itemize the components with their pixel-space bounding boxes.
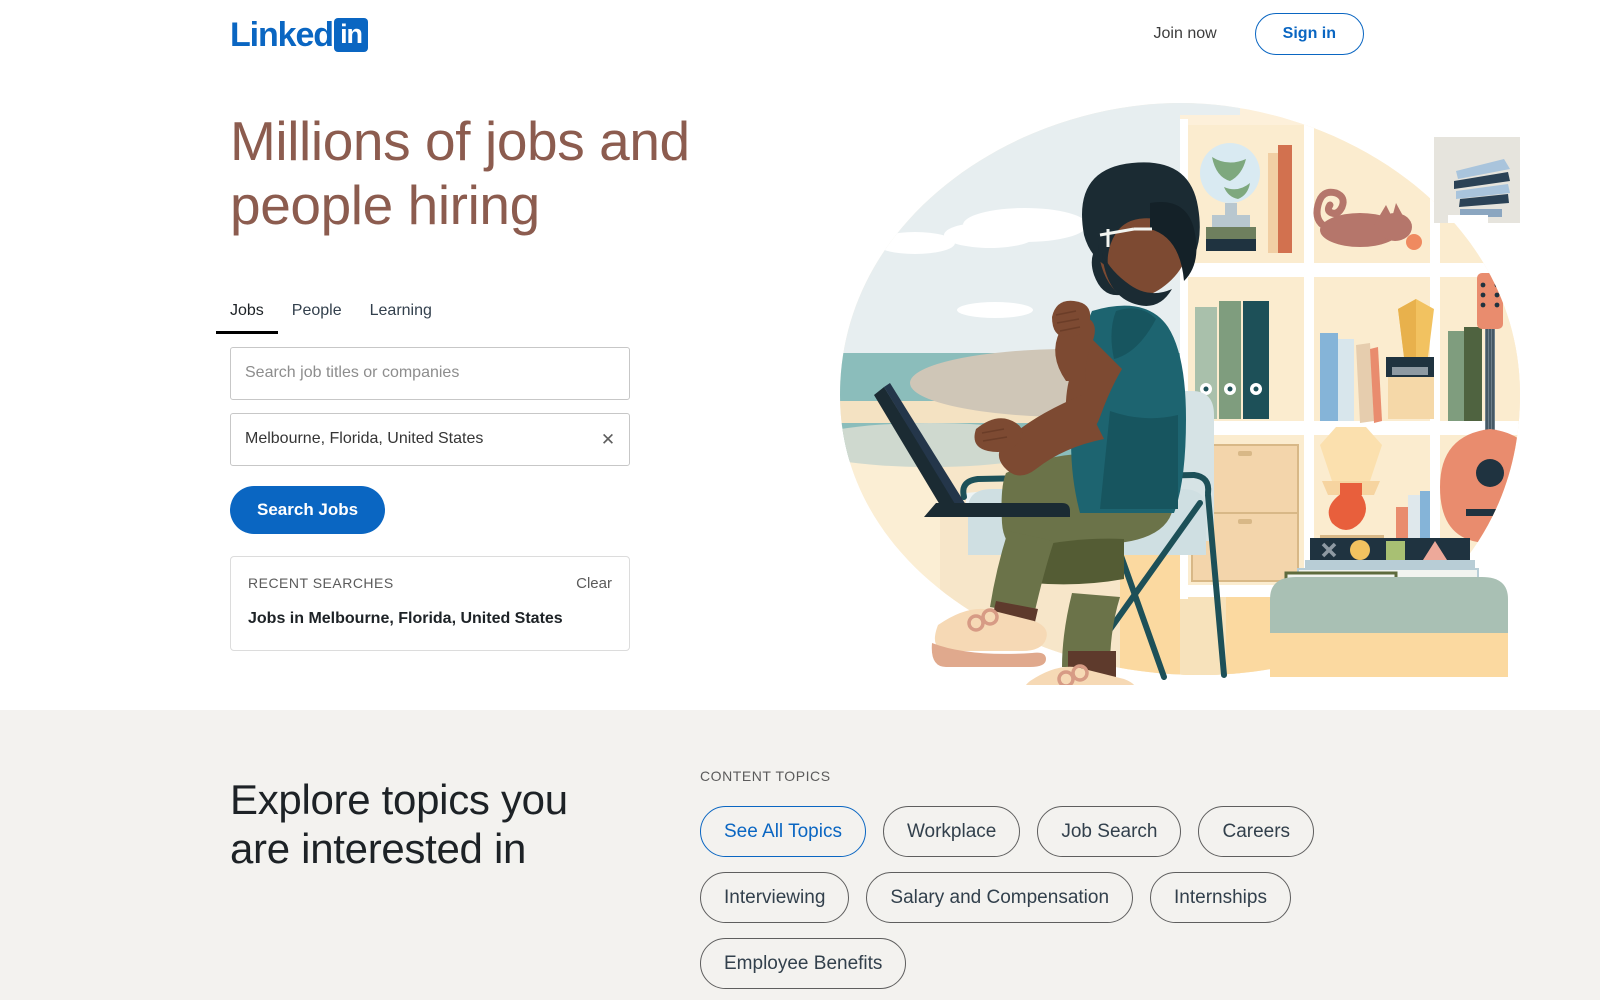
topic-pill-workplace[interactable]: Workplace [882, 806, 1021, 857]
location-input[interactable] [231, 413, 629, 465]
tab-people[interactable]: People [278, 296, 356, 334]
logo-in-badge: in [333, 18, 368, 52]
logo-wordmark: Linked [230, 16, 334, 54]
topic-pill-interviewing[interactable]: Interviewing [700, 872, 850, 923]
location-field[interactable]: ✕ [230, 412, 630, 466]
hero-title-line-2: people hiring [230, 173, 540, 236]
search-jobs-button[interactable]: Search Jobs [230, 485, 386, 534]
close-icon[interactable]: ✕ [597, 428, 619, 450]
topic-pill-salary-and-compensation[interactable]: Salary and Compensation [866, 872, 1134, 923]
topic-pill-careers[interactable]: Careers [1198, 806, 1315, 857]
linkedin-logo[interactable]: Linked in [230, 18, 368, 52]
hero-title-line-1: Millions of jobs and [230, 110, 690, 172]
keyword-field[interactable] [230, 346, 630, 400]
recent-searches-label: RECENT SEARCHES [248, 574, 394, 591]
explore-title-line-1: Explore topics you [230, 776, 568, 823]
page-title: Millions of jobs and people hiring [230, 110, 700, 238]
topic-pill-list: See All Topics Workplace Job Search Care… [700, 806, 1330, 989]
nav-actions: Join now Sign in [1148, 13, 1364, 55]
explore-title-line-2: are interested in [230, 825, 527, 873]
global-nav: Linked in Join now Sign in [0, 0, 1600, 72]
recent-searches-card: RECENT SEARCHES Clear Jobs in Melbourne,… [230, 555, 630, 651]
join-now-link[interactable]: Join now [1148, 15, 1223, 53]
linkedin-homepage: Linked in Join now Sign in Millions of jo… [0, 0, 1600, 1000]
search-type-tabs: Jobs People Learning [216, 296, 700, 334]
topic-pill-internships[interactable]: Internships [1150, 872, 1291, 923]
topic-pill-job-search[interactable]: Job Search [1037, 806, 1182, 857]
hero-section: Linked in Join now Sign in Millions of jo… [0, 0, 1600, 710]
content-topics-group: CONTENT TOPICS See All Topics Workplace … [700, 768, 1400, 989]
topic-pill-see-all-topics[interactable]: See All Topics [700, 806, 866, 857]
content-topics-label: CONTENT TOPICS [700, 768, 831, 784]
recent-searches-header: RECENT SEARCHES Clear [248, 575, 612, 592]
recent-search-item[interactable]: Jobs in Melbourne, Florida, United State… [248, 610, 612, 628]
person-working-on-laptop-illustration [820, 95, 1540, 685]
search-input[interactable] [231, 347, 629, 399]
hero-left-column: Millions of jobs and people hiring Jobs … [216, 110, 700, 651]
tab-learning[interactable]: Learning [356, 296, 446, 334]
explore-topics-section: Explore topics you are interested in CON… [0, 710, 1600, 1000]
clear-recent-searches-button[interactable]: Clear [576, 575, 612, 592]
topic-pill-employee-benefits[interactable]: Employee Benefits [700, 938, 907, 989]
tab-jobs[interactable]: Jobs [216, 296, 278, 334]
explore-title: Explore topics you are interested in [230, 775, 630, 873]
sign-in-button[interactable]: Sign in [1254, 13, 1364, 55]
